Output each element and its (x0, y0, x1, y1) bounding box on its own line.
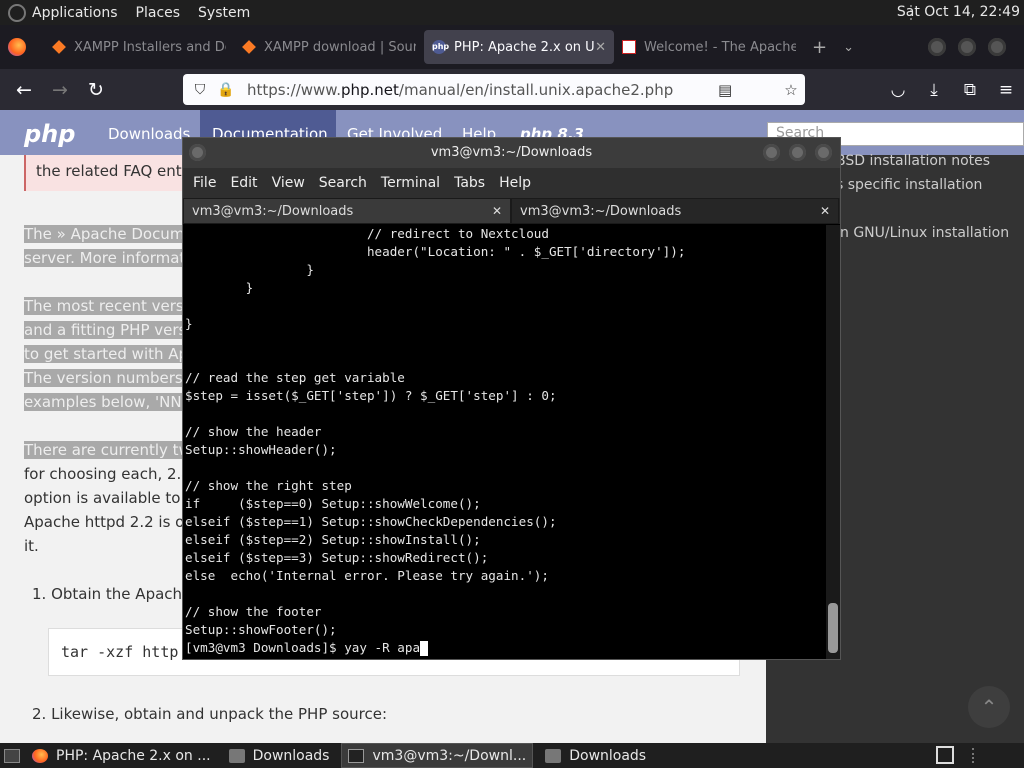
minimize-window-icon[interactable] (928, 38, 946, 56)
nav-downloads[interactable]: Downloads (108, 125, 190, 143)
tab-title: Welcome! - The Apache (644, 39, 796, 55)
close-window-icon[interactable] (815, 144, 832, 161)
nextcloud-icon (622, 40, 636, 54)
maximize-window-icon[interactable] (958, 38, 976, 56)
window-menu-icon[interactable] (189, 144, 206, 161)
url-text[interactable]: https://www.php.net/manual/en/install.un… (247, 81, 673, 99)
terminal-tab[interactable]: vm3@vm3:~/Downloads ✕ (183, 198, 511, 224)
sidebar-link[interactable]: BSD installation notes (836, 153, 990, 169)
list-item: 2. Likewise, obtain and unpack the PHP s… (32, 705, 388, 723)
close-window-icon[interactable] (988, 38, 1006, 56)
tab-title: XAMPP Installers and Do (74, 39, 226, 55)
bottom-taskbar: PHP: Apache 2.x on ... Downloads vm3@vm3… (0, 743, 1024, 768)
taskbar-label: Downloads (252, 747, 330, 764)
taskbar-label: Downloads (569, 747, 647, 764)
xampp-icon (52, 40, 66, 54)
taskbar-label: vm3@vm3:~/Downl... (372, 747, 527, 764)
new-tab-icon[interactable]: + (804, 30, 835, 64)
taskbar-item-active[interactable]: vm3@vm3:~/Downl... (341, 743, 534, 768)
distro-logo-icon[interactable] (8, 3, 26, 22)
browser-tab[interactable]: Welcome! - The Apache (614, 30, 804, 64)
menu-file[interactable]: File (193, 175, 216, 191)
lock-icon[interactable]: 🔒 (213, 82, 239, 98)
taskbar-item[interactable]: Downloads (223, 743, 336, 768)
browser-tab[interactable]: XAMPP Installers and Do (44, 30, 234, 64)
reader-view-icon[interactable]: ▤ (711, 81, 739, 99)
menu-view[interactable]: View (272, 175, 305, 191)
pocket-icon[interactable]: ◡ (880, 80, 916, 100)
firefox-view-button[interactable] (0, 30, 44, 64)
close-tab-icon[interactable]: ✕ (595, 40, 606, 55)
browser-tab[interactable]: XAMPP download | SourceF (234, 30, 424, 64)
scrollbar-thumb[interactable] (828, 603, 838, 653)
sidebar-link[interactable]: s specific installation (836, 177, 982, 193)
terminal-tab-label: vm3@vm3:~/Downloads (520, 203, 682, 219)
taskbar-item[interactable]: Downloads (539, 743, 652, 768)
firefox-icon (8, 38, 26, 56)
terminal-output[interactable]: // redirect to Nextcloud header("Locatio… (185, 225, 826, 659)
url-bar[interactable]: ⛉ 🔒 https://www.php.net/manual/en/instal… (183, 74, 805, 105)
menu-search[interactable]: Search (319, 175, 367, 191)
forward-icon[interactable]: → (42, 79, 78, 101)
places-menu[interactable]: Places (136, 5, 181, 21)
terminal-window[interactable]: vm3@vm3:~/Downloads File Edit View Searc… (182, 137, 841, 660)
menu-terminal[interactable]: Terminal (381, 175, 440, 191)
taskbar-label: PHP: Apache 2.x on ... (56, 747, 211, 764)
system-menu[interactable]: System (198, 5, 250, 21)
taskbar-item[interactable]: PHP: Apache 2.x on ... (26, 743, 217, 768)
app-menu-icon[interactable]: ≡ (988, 80, 1024, 100)
extensions-icon[interactable]: ⧉ (952, 80, 988, 100)
terminal-tab[interactable]: vm3@vm3:~/Downloads ✕ (511, 198, 839, 224)
workspace-switcher[interactable] (936, 746, 954, 764)
tab-title: XAMPP download | SourceF (264, 39, 416, 55)
terminal-icon (348, 748, 365, 763)
close-tab-icon[interactable]: ✕ (820, 204, 830, 218)
terminal-tab-strip: vm3@vm3:~/Downloads ✕ vm3@vm3:~/Download… (183, 198, 840, 224)
downloads-icon[interactable]: ⤓ (916, 80, 952, 100)
terminal-titlebar[interactable]: vm3@vm3:~/Downloads (183, 138, 840, 168)
scroll-to-top-icon[interactable]: ⌃ (968, 686, 1010, 728)
browser-tab-strip: XAMPP Installers and Do XAMPP download |… (0, 25, 1024, 69)
terminal-menubar: File Edit View Search Terminal Tabs Help (183, 168, 840, 198)
bookmark-star-icon[interactable]: ☆ (777, 81, 805, 99)
applications-menu[interactable]: Applications (32, 5, 118, 21)
browser-toolbar: ← → ↻ ⛉ 🔒 https://www.php.net/manual/en/… (0, 69, 1024, 110)
reload-icon[interactable]: ↻ (78, 79, 114, 101)
xampp-icon (242, 40, 256, 54)
minimize-window-icon[interactable] (763, 144, 780, 161)
clock[interactable]: Sat Oct 14, 22:49 (897, 4, 1020, 20)
php-icon: php (432, 40, 449, 54)
terminal-text: // redirect to Nextcloud header("Locatio… (185, 226, 686, 637)
terminal-cursor (420, 641, 429, 656)
folder-icon (545, 748, 562, 763)
php-logo[interactable]: php (24, 120, 75, 148)
folder-icon (228, 748, 245, 763)
top-panel: Applications Places System Sat Oct 14, 2… (0, 0, 1024, 25)
close-tab-icon[interactable]: ✕ (492, 204, 502, 218)
terminal-tab-label: vm3@vm3:~/Downloads (192, 203, 354, 219)
terminal-title: vm3@vm3:~/Downloads (430, 145, 593, 160)
browser-tab-active[interactable]: php PHP: Apache 2.x on Unix ✕ (424, 30, 614, 64)
sidebar-link[interactable]: n GNU/Linux installation (840, 225, 1009, 241)
panel-separator (972, 748, 974, 763)
back-icon[interactable]: ← (6, 79, 42, 101)
firefox-icon (32, 748, 48, 763)
tracking-shield-icon[interactable]: ⛉ (187, 82, 213, 98)
tab-title: PHP: Apache 2.x on Unix (454, 39, 595, 55)
terminal-prompt: [vm3@vm3 Downloads]$ yay -R apa (185, 640, 421, 655)
terminal-scrollbar[interactable] (826, 225, 840, 659)
menu-edit[interactable]: Edit (230, 175, 257, 191)
maximize-window-icon[interactable] (789, 144, 806, 161)
show-desktop-icon[interactable] (4, 748, 20, 763)
list-tabs-icon[interactable]: ⌄ (835, 30, 862, 64)
menu-tabs[interactable]: Tabs (454, 175, 485, 191)
menu-help[interactable]: Help (499, 175, 531, 191)
